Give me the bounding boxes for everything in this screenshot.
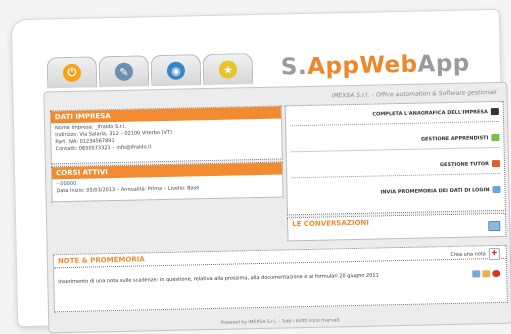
action-label: GESTIONE APPRENDISTI: [420, 134, 489, 143]
mail-icon: [492, 185, 501, 194]
action-button[interactable]: GESTIONE APPRENDISTI: [420, 133, 500, 143]
notes-box: NOTE & PROMEMORIA Crea una nota ✚ Inseri…: [52, 244, 508, 313]
tab-star[interactable]: ★: [202, 53, 254, 86]
lifebuoy-icon: [491, 159, 501, 168]
app-frame: ⏻ ✎ ◉ ★ S.AppWebApp iMEXSA S.r.l. – Office …: [10, 8, 511, 334]
notes-title: NOTE & PROMEMORIA: [53, 245, 506, 269]
star-icon: ★: [218, 60, 238, 79]
action-button[interactable]: COMPLETA L'ANAGRAFICA DELL'IMPRESA: [372, 107, 499, 118]
main-panel: iMEXSA S.r.l. – Office automation & Soft…: [43, 81, 511, 334]
edit-note-icon[interactable]: [482, 270, 491, 278]
people-icon: [491, 133, 500, 142]
create-note-label: Crea una nota: [450, 251, 486, 258]
divider: [290, 146, 500, 153]
logo-appweb: AppWeb: [306, 51, 418, 80]
note-actions: [472, 269, 501, 278]
tab-home[interactable]: ⏻: [46, 56, 98, 89]
globe-icon: ◉: [166, 61, 186, 80]
divider: [290, 120, 500, 127]
view-note-icon[interactable]: [472, 270, 481, 278]
action-button[interactable]: INVIA PROMEMORIA DEI DATI DI LOGIN: [380, 185, 501, 196]
tagline: iMEXSA S.r.l. – Office automation & Soft…: [331, 89, 497, 100]
company-box: DATI IMPRESA Nome Impresa: _Ifraldo S.r.…: [49, 105, 283, 165]
action-label: GESTIONE TUTOR: [439, 160, 490, 168]
edit-icon: ✎: [114, 62, 134, 81]
courses-box: CORSI ATTIVI – 00000 Data Inizio: 05/03/…: [50, 161, 284, 203]
tab-globe[interactable]: ◉: [150, 54, 202, 87]
action-label: INVIA PROMEMORIA DEI DATI DI LOGIN: [380, 186, 490, 195]
divider: [291, 172, 501, 179]
tab-bar: ⏻ ✎ ◉ ★: [46, 53, 254, 89]
note-text: Inserimento di una nota sulle scadenze: …: [58, 272, 379, 286]
logo-app: App: [417, 50, 471, 78]
tab-edit[interactable]: ✎: [98, 55, 150, 88]
actions-box: COMPLETA L'ANAGRAFICA DELL'IMPRESA GESTIO…: [284, 100, 506, 216]
card-icon: [490, 107, 499, 116]
action-button[interactable]: GESTIONE TUTOR: [439, 159, 501, 168]
action-label: COMPLETA L'ANAGRAFICA DELL'IMPRESA: [372, 108, 488, 118]
logo-s: S.: [280, 53, 308, 81]
home-icon: ⏻: [62, 63, 82, 83]
create-note-button[interactable]: Crea una nota ✚: [450, 247, 500, 261]
conversations-title: LE CONVERSAZIONI: [288, 213, 506, 231]
app-logo: S.AppWebApp: [281, 51, 470, 81]
delete-note-icon[interactable]: [492, 269, 501, 278]
speech-bubble-icon[interactable]: [488, 220, 501, 232]
conversations-box: LE CONVERSAZIONI: [287, 212, 507, 242]
new-note-icon: ✚: [488, 247, 500, 261]
footer: Powered by iMEXSA S.r.l. – Tutti i dirit…: [220, 318, 340, 326]
